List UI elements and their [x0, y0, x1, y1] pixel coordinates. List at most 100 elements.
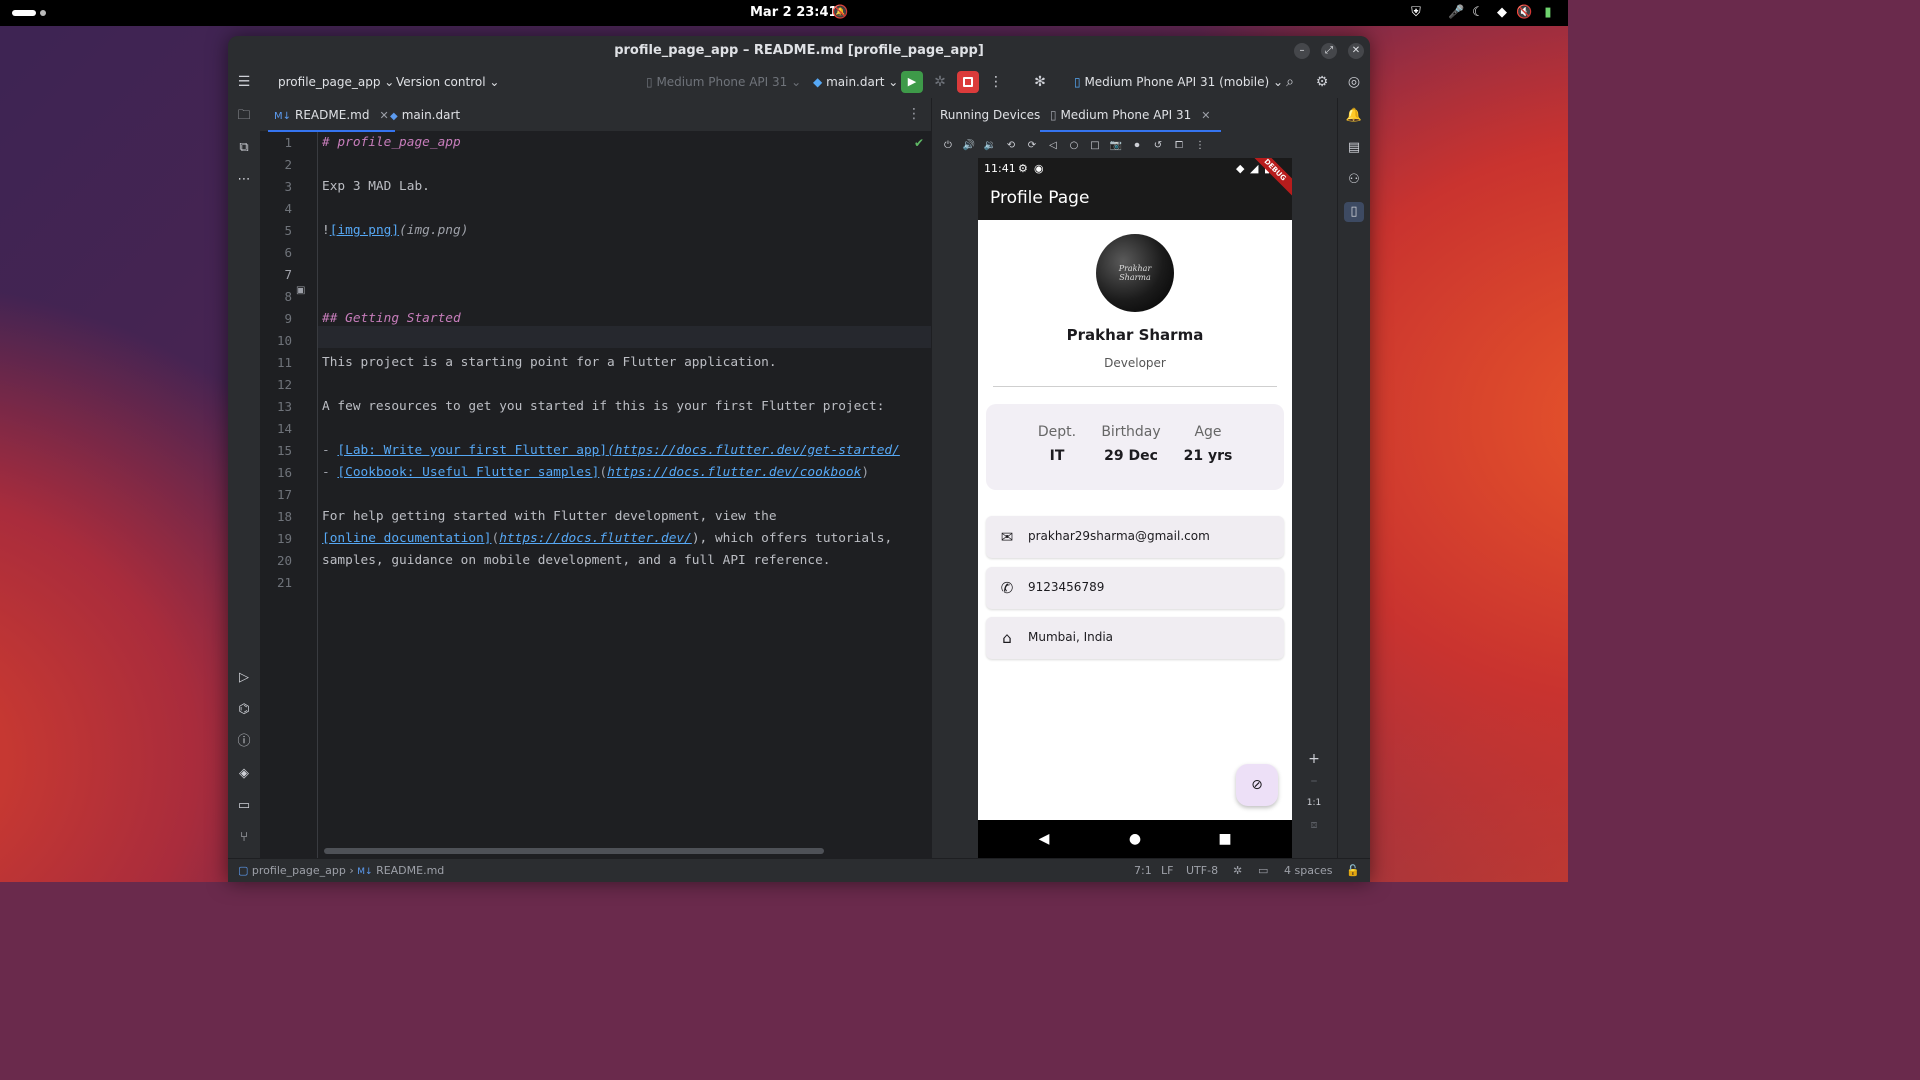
markdown-link-text[interactable]: [online documentation]: [322, 531, 492, 546]
home-icon[interactable]: ○: [1066, 138, 1082, 154]
workspace-indicator[interactable]: [40, 10, 46, 16]
gemini-icon[interactable]: ⚇: [1344, 170, 1364, 190]
volume-up-icon[interactable]: 🔊: [961, 138, 977, 154]
minimize-button[interactable]: –: [1294, 43, 1310, 59]
project-selector[interactable]: profile_page_app ⌄: [278, 75, 394, 89]
zoom-in-icon[interactable]: +: [1300, 748, 1328, 770]
zoom-out-icon[interactable]: –: [1300, 770, 1328, 792]
screen-record-icon[interactable]: ⏺: [1129, 138, 1145, 154]
rotate-right-icon[interactable]: ⟳: [1024, 138, 1040, 154]
structure-icon[interactable]: ⧉: [234, 138, 254, 158]
main-menu-icon[interactable]: ☰: [234, 72, 254, 92]
indent-setting[interactable]: 4 spaces: [1284, 864, 1333, 877]
dart-analysis-icon[interactable]: ◈: [234, 764, 254, 784]
volume-down-icon[interactable]: 🔉: [982, 138, 998, 154]
rotate-left-icon[interactable]: ⟲: [1003, 138, 1019, 154]
close-tab-icon[interactable]: ✕: [1201, 109, 1210, 122]
stop-button[interactable]: [957, 71, 979, 93]
account-icon[interactable]: ◎: [1344, 72, 1364, 92]
line-number: 20: [276, 553, 292, 568]
maximize-button[interactable]: ⤢: [1321, 43, 1337, 59]
system-clock[interactable]: Mar 2 23:41: [750, 5, 838, 20]
more-tools-icon[interactable]: ⋯: [234, 170, 254, 190]
actual-size-button[interactable]: 1:1: [1300, 792, 1328, 814]
phone-card[interactable]: ✆ 9123456789: [986, 567, 1284, 609]
no-problems-check-icon[interactable]: ✔: [914, 136, 924, 150]
tabs-more-icon[interactable]: ⋮: [907, 106, 921, 122]
stat-birthday: Birthday 29 Dec: [1101, 424, 1161, 464]
tab-main-dart[interactable]: ◆ main.dart: [384, 98, 466, 132]
markdown-link-url[interactable]: https://docs.flutter.dev/cookbook: [607, 465, 861, 480]
read-only-lock-icon[interactable]: 🔓: [1346, 864, 1360, 877]
settings-icon: ⚙: [1018, 162, 1028, 175]
terminal-icon[interactable]: ▭: [234, 796, 254, 816]
settings-icon[interactable]: ⚙: [1312, 72, 1332, 92]
address-card[interactable]: ⌂ Mumbai, India: [986, 617, 1284, 659]
problems-icon[interactable]: ⓘ: [234, 732, 254, 752]
running-device-selector[interactable]: ▯ Medium Phone API 31 (mobile) ⌄: [1074, 75, 1283, 89]
snapshot-icon[interactable]: ↺: [1150, 138, 1166, 154]
email-icon: ✉: [1000, 528, 1014, 546]
code-line-13: A few resources to get you started if th…: [322, 399, 885, 414]
breadcrumb[interactable]: ▢ profile_page_app › M↓ README.md: [238, 864, 444, 877]
code-area[interactable]: # profile_page_app Exp 3 MAD Lab. ![img.…: [322, 132, 931, 858]
line-separator[interactable]: LF: [1161, 864, 1173, 877]
markdown-link-url[interactable]: https://docs.flutter.dev/: [499, 531, 692, 546]
reader-mode-icon[interactable]: ▭: [1258, 864, 1268, 877]
nav-recents-icon[interactable]: ■: [1217, 831, 1233, 847]
chevron-down-icon: ⌄: [384, 75, 395, 89]
tab-device[interactable]: ▯ Medium Phone API 31 ✕: [1040, 98, 1221, 132]
chevron-right-icon: ›: [349, 864, 354, 877]
system-top-bar: Mar 2 23:41 🔕 ⛨ 🎤 ☾ ◆ 🔇 ▮: [0, 0, 1568, 26]
fit-screen-icon[interactable]: ⧈: [1300, 814, 1328, 836]
vcs-menu[interactable]: Version control ⌄: [396, 75, 499, 89]
markdown-link-text[interactable]: [Cookbook: Useful Flutter samples]: [337, 465, 599, 480]
debug-icon[interactable]: ✲: [930, 72, 950, 92]
flutter-inspector-icon[interactable]: ✻: [1030, 72, 1050, 92]
nav-home-icon[interactable]: ●: [1127, 831, 1143, 847]
markdown-link-text[interactable]: [Lab: Write your first Flutter app]: [337, 443, 607, 458]
extended-controls-icon[interactable]: ⧠: [1171, 138, 1187, 154]
battery-icon[interactable]: ▮: [1540, 5, 1556, 21]
visibility-off-fab[interactable]: ⊘: [1236, 764, 1278, 806]
power-icon[interactable]: ⏻: [940, 138, 956, 154]
search-icon[interactable]: ⌕: [1280, 72, 1300, 92]
notifications-icon[interactable]: 🔔: [1344, 106, 1364, 126]
more-actions-icon[interactable]: ⋮: [986, 72, 1006, 92]
line-number: 17: [276, 487, 292, 502]
device-manager-icon[interactable]: ▤: [1344, 138, 1364, 158]
line-number: 13: [276, 399, 292, 414]
cursor-position[interactable]: 7:1: [1134, 864, 1152, 877]
project-folder-icon[interactable]: 🗀: [234, 106, 254, 126]
nav-back-icon[interactable]: ◀: [1036, 831, 1052, 847]
more-actions-icon[interactable]: ⋮: [1192, 138, 1208, 154]
git-icon[interactable]: ⑂: [234, 828, 254, 848]
android-icon[interactable]: ⌬: [234, 700, 254, 720]
shield-icon[interactable]: ⛨: [1408, 5, 1424, 21]
device-selector[interactable]: ▯ Medium Phone API 31 ⌄: [646, 75, 801, 89]
inspections-icon[interactable]: ✲: [1233, 864, 1242, 877]
run-tool-icon[interactable]: ▷: [234, 668, 254, 688]
emulator-screen[interactable]: 11:41 ⚙ ◉ ◆ ◢ ▮ Profile Page DEBUG Prakh…: [978, 158, 1292, 858]
run-config-selector[interactable]: ◆ main.dart ⌄: [813, 75, 898, 89]
image-preview-icon[interactable]: ▣: [296, 285, 305, 296]
night-light-icon[interactable]: ☾: [1470, 5, 1486, 21]
email-card[interactable]: ✉ prakhar29sharma@gmail.com: [986, 516, 1284, 558]
microphone-icon[interactable]: 🎤: [1448, 5, 1464, 21]
screenshot-icon[interactable]: 📷: [1108, 138, 1124, 154]
line-number: 14: [276, 421, 292, 436]
horizontal-scrollbar[interactable]: [324, 848, 824, 854]
markdown-link-url[interactable]: (https://docs.flutter.dev/get-started/: [607, 443, 900, 458]
wifi-icon[interactable]: ◆: [1494, 5, 1510, 21]
close-window-button[interactable]: ✕: [1348, 43, 1364, 59]
activities-indicator[interactable]: [12, 10, 36, 16]
file-encoding[interactable]: UTF-8: [1186, 864, 1218, 877]
run-button[interactable]: ▶: [901, 71, 923, 93]
markdown-link-text[interactable]: [img.png]: [330, 223, 399, 238]
running-devices-icon[interactable]: ▯: [1344, 202, 1364, 222]
back-icon[interactable]: ◁: [1045, 138, 1061, 154]
volume-muted-icon[interactable]: 🔇: [1516, 5, 1532, 21]
tab-readme[interactable]: M↓ README.md ✕: [268, 98, 395, 132]
window-titlebar[interactable]: profile_page_app – README.md [profile_pa…: [228, 36, 1370, 66]
overview-icon[interactable]: □: [1087, 138, 1103, 154]
